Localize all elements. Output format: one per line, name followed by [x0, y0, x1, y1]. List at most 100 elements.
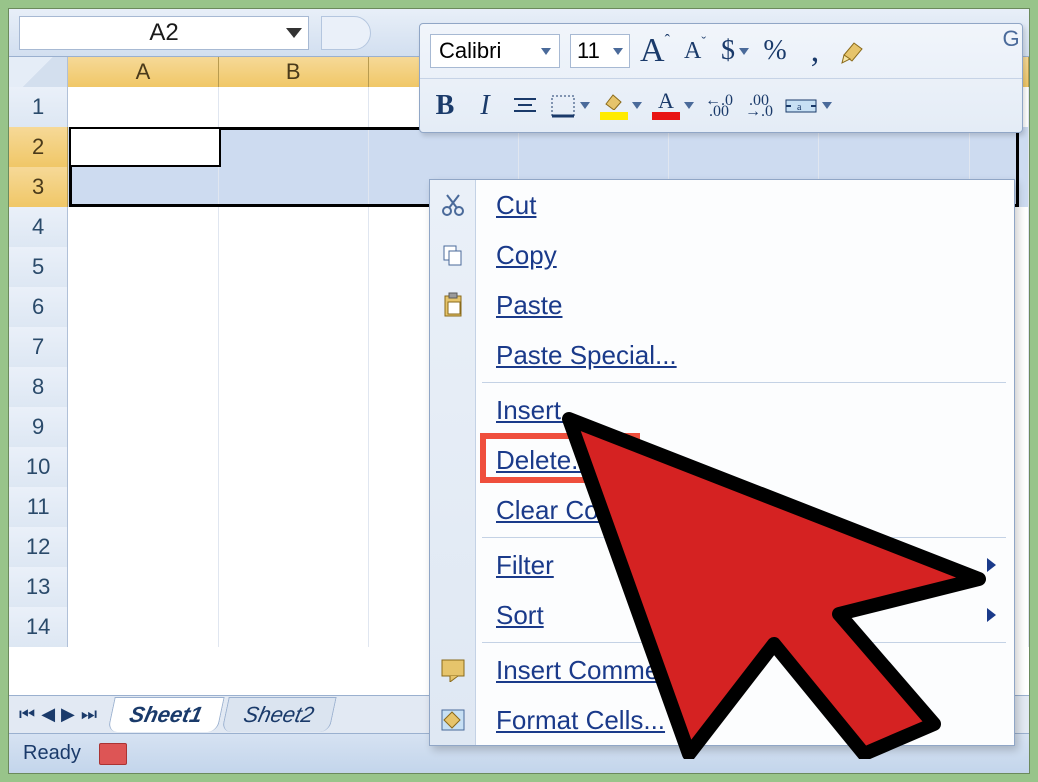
- sheet-tab-1[interactable]: Sheet1: [107, 697, 225, 732]
- tab-nav-first-icon[interactable]: ⏮: [19, 704, 35, 725]
- comma-format-button[interactable]: ,: [800, 33, 830, 69]
- context-menu-item-clear[interactable]: Clear Contents: [430, 485, 1014, 535]
- format-icon: [438, 705, 468, 735]
- tab-nav-next-icon[interactable]: ▶: [61, 704, 75, 725]
- cell[interactable]: [219, 607, 369, 647]
- row-header-7[interactable]: 7: [9, 327, 68, 367]
- cell[interactable]: [219, 327, 369, 367]
- currency-format-button[interactable]: $: [720, 33, 750, 69]
- row-header-14[interactable]: 14: [9, 607, 68, 647]
- context-menu-item-sort[interactable]: Sort: [430, 590, 1014, 640]
- row-header-6[interactable]: 6: [9, 287, 68, 327]
- cell[interactable]: [68, 527, 218, 567]
- cell[interactable]: [369, 127, 519, 167]
- row-header-3[interactable]: 3: [9, 167, 68, 207]
- cell[interactable]: [68, 367, 218, 407]
- chevron-down-icon: [739, 48, 749, 55]
- cell[interactable]: [219, 367, 369, 407]
- context-menu-item-insert[interactable]: Insert...: [430, 385, 1014, 435]
- column-header-B[interactable]: B: [219, 57, 369, 87]
- context-menu-item-paste_special[interactable]: Paste Special...: [430, 330, 1014, 380]
- row-header-1[interactable]: 1: [9, 87, 68, 127]
- cell[interactable]: [519, 127, 669, 167]
- decrease-font-button[interactable]: Aˇ: [680, 33, 710, 69]
- align-center-button[interactable]: [510, 88, 540, 124]
- merge-center-button[interactable]: a: [784, 88, 832, 124]
- cell[interactable]: [219, 527, 369, 567]
- cell[interactable]: [68, 567, 218, 607]
- context-menu-item-paste[interactable]: Paste: [430, 280, 1014, 330]
- percent-format-button[interactable]: %: [760, 33, 790, 69]
- context-menu-item-cut[interactable]: Cut: [430, 180, 1014, 230]
- macro-record-icon[interactable]: [99, 743, 127, 765]
- context-menu-separator: [482, 642, 1006, 643]
- cell[interactable]: [970, 127, 1029, 167]
- format-painter-button[interactable]: [840, 33, 870, 69]
- cell[interactable]: [68, 327, 218, 367]
- svg-text:a: a: [797, 102, 802, 113]
- cell[interactable]: [68, 447, 218, 487]
- decrease-decimal-button[interactable]: .00→.0: [744, 88, 774, 124]
- formula-bar-cap[interactable]: [321, 16, 371, 50]
- cell[interactable]: [68, 287, 218, 327]
- context-menu-item-delete[interactable]: Delete...: [430, 435, 1014, 485]
- cell[interactable]: [219, 447, 369, 487]
- increase-font-button[interactable]: Aˆ: [640, 33, 670, 69]
- row-header-5[interactable]: 5: [9, 247, 68, 287]
- clipboard-icon: [438, 290, 468, 320]
- sheet-tab-2[interactable]: Sheet2: [222, 697, 337, 732]
- context-menu-item-format_cells[interactable]: Format Cells...: [430, 695, 1014, 745]
- row-header-9[interactable]: 9: [9, 407, 68, 447]
- name-box[interactable]: A2: [19, 16, 309, 50]
- status-text: Ready: [23, 742, 81, 765]
- cell[interactable]: [219, 487, 369, 527]
- column-header-A[interactable]: A: [68, 57, 218, 87]
- cell[interactable]: [219, 287, 369, 327]
- cell[interactable]: [819, 127, 969, 167]
- name-box-dropdown-icon[interactable]: [286, 28, 302, 38]
- row-header-8[interactable]: 8: [9, 367, 68, 407]
- font-family-dropdown[interactable]: Calibri: [430, 34, 560, 68]
- borders-button[interactable]: [550, 88, 590, 124]
- italic-button[interactable]: I: [470, 88, 500, 124]
- cell[interactable]: [219, 567, 369, 607]
- cell[interactable]: [68, 207, 218, 247]
- increase-decimal-button[interactable]: ←.0.00: [704, 88, 734, 124]
- context-menu-item-insert_comment[interactable]: Insert Comment: [430, 645, 1014, 695]
- cell[interactable]: [68, 607, 218, 647]
- fill-color-button[interactable]: [600, 88, 642, 124]
- cell[interactable]: [219, 127, 369, 167]
- context-menu-separator: [482, 382, 1006, 383]
- cell[interactable]: [68, 127, 218, 167]
- cell[interactable]: [219, 87, 369, 127]
- context-menu-item-copy[interactable]: Copy: [430, 230, 1014, 280]
- cell[interactable]: [219, 247, 369, 287]
- font-size-dropdown[interactable]: 11: [570, 34, 630, 68]
- row-header-13[interactable]: 13: [9, 567, 68, 607]
- cell[interactable]: [219, 207, 369, 247]
- name-box-value: A2: [149, 19, 178, 47]
- tab-nav-last-icon[interactable]: ⏭: [81, 704, 97, 725]
- row-header-11[interactable]: 11: [9, 487, 68, 527]
- cell[interactable]: [68, 247, 218, 287]
- cell[interactable]: [219, 167, 369, 207]
- cell[interactable]: [669, 127, 819, 167]
- row-header-2[interactable]: 2: [9, 127, 68, 167]
- tab-nav-prev-icon[interactable]: ◀: [41, 704, 55, 725]
- cell[interactable]: [68, 487, 218, 527]
- row-header-12[interactable]: 12: [9, 527, 68, 567]
- cell[interactable]: [68, 87, 218, 127]
- last-column-letter: G: [1002, 26, 1020, 44]
- cell[interactable]: [68, 167, 218, 207]
- bold-button[interactable]: B: [430, 88, 460, 124]
- cell[interactable]: [68, 407, 218, 447]
- comment-icon: [438, 655, 468, 685]
- sheet-tab-1-label: Sheet1: [127, 702, 204, 727]
- row-header-10[interactable]: 10: [9, 447, 68, 487]
- context-menu-separator: [482, 537, 1006, 538]
- select-all-corner[interactable]: [9, 57, 68, 87]
- font-color-button[interactable]: A: [652, 88, 694, 124]
- cell[interactable]: [219, 407, 369, 447]
- row-header-4[interactable]: 4: [9, 207, 68, 247]
- context-menu-item-filter[interactable]: Filter: [430, 540, 1014, 590]
